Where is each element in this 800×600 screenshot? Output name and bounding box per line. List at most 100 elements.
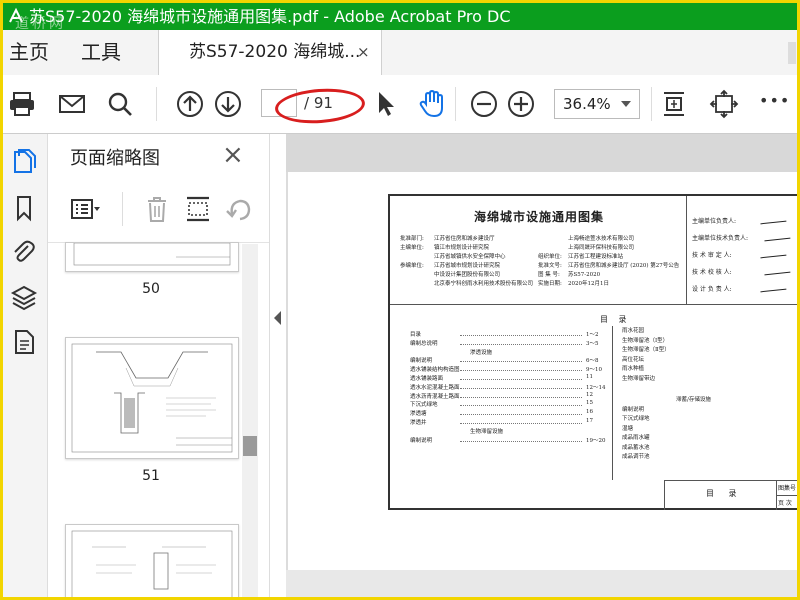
handwritten-signature [763,263,791,276]
toc-entry: 编制说明 [410,437,433,444]
arrow-up-circle-icon [177,91,203,117]
handwritten-signature [759,280,787,293]
list-options-icon [71,199,100,219]
info-value: 北京泰宁科创雨水利用技术股份有限公司 [434,281,534,287]
toc-leader-dots [460,414,582,416]
tab-scroll-handle[interactable] [788,42,796,64]
info-key: 主编单位: [400,245,424,251]
search-button[interactable] [105,89,135,119]
content-button[interactable] [10,328,38,356]
pages-icon [14,149,36,173]
more-tools-button[interactable]: ••• [759,91,790,110]
toc-entry: 成品蓄水池 [622,444,650,451]
arrow-down-circle-icon [215,91,241,117]
signature-role: 技 术 校 核 人: [692,269,732,276]
handwritten-signature [763,229,791,242]
fit-page-button[interactable] [659,89,689,119]
thumbnail-options-button[interactable] [70,194,100,224]
toolbar-separator [156,87,157,121]
close-tab-button[interactable]: × [357,30,370,75]
toolbar-separator [651,87,652,121]
layers-button[interactable] [10,284,38,312]
paperclip-icon [14,240,35,262]
page-thumbnails-button[interactable] [10,148,38,176]
info-value: 江苏省住房和城乡建设厅 (2020) 第27号公告 [568,263,680,269]
select-tool-button[interactable] [371,89,401,119]
document-viewport[interactable]: 海绵城市设施通用图集 目 录 目 录 图集号 页 次 批准部门: 江苏省住房和城… [286,134,797,597]
info-value: 苏S57-2020 [568,272,601,278]
attachments-button[interactable] [10,238,38,266]
info-key: 组织单位: [538,254,562,260]
footer-cell-line [776,495,797,496]
info-value: 镇江市规划设计研究院 [434,245,490,251]
scrollbar-thumb[interactable] [243,436,257,456]
toolbar: / 91 36.4% ••• [3,75,797,134]
thumbnail-label: 50 [142,281,160,297]
toc-entry: 成品调节池 [622,454,650,460]
bookmarks-button[interactable] [10,194,38,222]
info-key: 实施日期: [538,281,562,287]
toc-leader-dots [460,361,582,363]
hand-tool-button[interactable] [417,89,447,119]
toc-entry: 透水水泥混凝土路面 [410,384,460,391]
tab-tools[interactable]: 工具 [81,30,121,75]
toolbar-separator [455,87,456,121]
info-value: 江苏省工程建设标准站 [568,254,624,260]
toc-leader-dots [460,370,582,372]
toc-leader-dots [460,379,582,380]
info-key: 参编单位: [400,263,424,269]
footer-top-line [664,480,797,481]
previous-page-button[interactable] [175,89,205,119]
expand-arrows-icon [709,89,739,119]
zoom-out-button[interactable] [469,89,499,119]
thumbnail-scrollbar[interactable] [242,244,258,597]
toc-page-range: 12～14 [586,384,606,391]
navigation-rail [3,134,48,597]
insert-page-button[interactable] [183,194,213,224]
toc-entry: 渗透井 [410,420,427,426]
tab-home[interactable]: 主页 [9,30,49,75]
collapse-panel-button[interactable] [270,303,285,333]
zoom-in-button[interactable] [506,89,536,119]
toc-entry: 雨水种植 [622,366,645,372]
toc-leader-dots [460,405,582,407]
close-panel-button[interactable]: × [222,140,244,170]
toc-heading: 目 录 [600,315,631,324]
footer-left-line [664,480,665,510]
document-lines-icon [15,330,34,354]
toc-entry: 透水沥青混凝土路面 [410,393,460,400]
toc-entry: 编制总说明 [410,340,438,347]
toc-entry: 成品雨水罐 [622,435,650,441]
delete-pages-button[interactable] [142,194,172,224]
zoom-level-dropdown[interactable]: 36.4% [554,89,640,119]
footer-title: 目 录 [706,489,743,498]
toc-leader-dots [460,343,582,345]
window-title: 苏S57-2020 海绵城市设施通用图集.pdf - Adobe Acrobat… [29,7,511,26]
page-thumbnail-50[interactable] [65,242,239,272]
toc-leader-dots [460,335,582,336]
toc-entry: 透水铺装结构构造图 [410,367,460,374]
rotate-page-button[interactable] [224,194,254,224]
panel-title: 页面缩略图 [70,148,160,169]
toc-page-range: 19～20 [586,437,606,444]
printer-icon [10,92,34,116]
envelope-icon [59,95,85,113]
pointer-arrow-icon [379,92,394,116]
search-icon [108,92,132,116]
footer-cell-atlas-no: 图集号 [778,485,797,492]
email-button[interactable] [57,89,87,119]
footer-cell-page: 页 次 [778,500,792,507]
tab-document[interactable]: 苏S57-2020 海绵城... × [158,30,382,76]
page-thumbnail-51[interactable] [65,337,239,459]
print-button[interactable] [7,89,37,119]
atlas-title: 海绵城市设施通用图集 [474,210,605,224]
page-thumbnail-52[interactable] [65,524,239,597]
toc-entry: 雨水花园 [622,328,645,334]
next-page-button[interactable] [213,89,243,119]
minus-circle-icon [471,91,497,117]
pdf-page: 海绵城市设施通用图集 目 录 目 录 图集号 页 次 批准部门: 江苏省住房和城… [288,172,797,570]
info-key: 图 集 号: [538,272,560,278]
toc-entry: 高位花坛 [622,356,645,363]
full-screen-button[interactable] [709,89,739,119]
toc-entry: 编制说明 [622,406,645,413]
